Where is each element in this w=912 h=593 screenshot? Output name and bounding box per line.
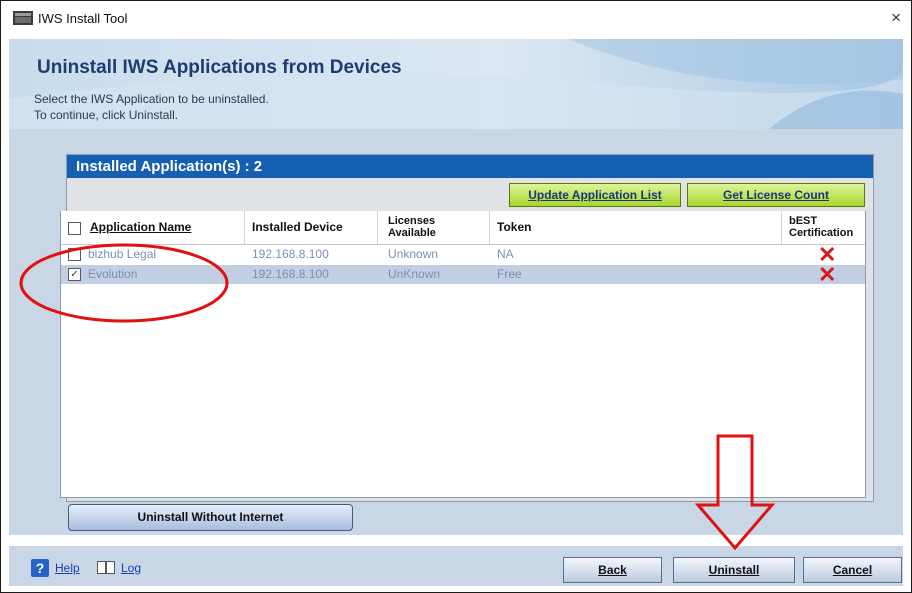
- title-bar: IWS Install Tool ×: [1, 1, 911, 35]
- instruction-line-1: Select the IWS Application to be uninsta…: [34, 92, 269, 106]
- column-separator[interactable]: [489, 211, 490, 244]
- installed-apps-heading: Installed Application(s) : 2: [67, 155, 873, 178]
- row-installed-device: 192.168.8.100: [252, 247, 329, 261]
- best-header-line2: Certification: [789, 226, 854, 239]
- column-licenses-available[interactable]: Licenses Available: [388, 211, 488, 244]
- table-row[interactable]: ✓ Evolution 192.168.8.100 UnKnown Free ✕: [61, 262, 865, 287]
- close-icon[interactable]: ×: [891, 8, 901, 28]
- log-link[interactable]: Log: [121, 561, 141, 575]
- book-icon[interactable]: [97, 561, 115, 574]
- column-best-certification[interactable]: bEST Certification: [789, 211, 865, 244]
- installed-apps-count: Installed Application(s) : 2: [76, 158, 263, 175]
- page-title: Uninstall IWS Applications from Devices: [37, 57, 402, 78]
- select-all-checkbox[interactable]: [68, 222, 81, 235]
- help-link[interactable]: Help: [55, 561, 80, 575]
- applications-table: Application Name Installed Device Licens…: [60, 211, 866, 498]
- cancel-label: Cancel: [832, 563, 873, 577]
- get-license-count-label: Get License Count: [722, 188, 829, 202]
- row-app-name: Evolution: [88, 267, 138, 281]
- row-token: NA: [497, 247, 514, 261]
- column-token[interactable]: Token: [497, 211, 617, 244]
- licenses-header-line1: Licenses: [388, 214, 436, 227]
- row-checkbox-checked[interactable]: ✓: [68, 268, 81, 281]
- column-application-name[interactable]: Application Name: [90, 211, 240, 244]
- header-banner: Uninstall IWS Applications from Devices …: [9, 39, 903, 129]
- row-token: Free: [497, 267, 522, 281]
- back-button[interactable]: Back: [563, 557, 662, 583]
- column-separator[interactable]: [781, 211, 782, 244]
- best-header-line1: bEST: [789, 214, 818, 227]
- column-separator[interactable]: [377, 211, 378, 244]
- update-application-list-label: Update Application List: [528, 188, 662, 202]
- row-installed-device: 192.168.8.100: [252, 267, 329, 281]
- uninstall-without-internet-button[interactable]: Uninstall Without Internet: [68, 504, 353, 531]
- update-application-list-button[interactable]: Update Application List: [509, 183, 681, 207]
- get-license-count-button[interactable]: Get License Count: [687, 183, 865, 207]
- uninstall-label: Uninstall: [708, 563, 760, 577]
- row-licenses: Unknown: [388, 247, 439, 261]
- table-row[interactable]: bizhub Legal 192.168.8.100 Unknown NA ✕: [61, 244, 865, 266]
- window-title: IWS Install Tool: [38, 11, 128, 26]
- column-installed-device[interactable]: Installed Device: [252, 211, 382, 244]
- back-label: Back: [598, 563, 627, 577]
- table-header: Application Name Installed Device Licens…: [61, 211, 865, 245]
- row-checkbox[interactable]: [68, 248, 81, 261]
- app-window: IWS Install Tool × Uninstall IWS Applica…: [0, 0, 912, 593]
- window-app-icon: [13, 11, 33, 25]
- row-licenses: UnKnown: [388, 267, 441, 281]
- uninstall-button[interactable]: Uninstall: [673, 557, 795, 583]
- column-separator[interactable]: [244, 211, 245, 244]
- row-app-name: bizhub Legal: [88, 247, 157, 261]
- red-x-icon: ✕: [818, 262, 837, 287]
- instruction-line-2: To continue, click Uninstall.: [34, 108, 179, 122]
- licenses-header-line2: Available: [388, 226, 436, 239]
- cancel-button[interactable]: Cancel: [803, 557, 902, 583]
- uninstall-without-internet-label: Uninstall Without Internet: [137, 510, 284, 524]
- question-icon[interactable]: ?: [31, 559, 49, 577]
